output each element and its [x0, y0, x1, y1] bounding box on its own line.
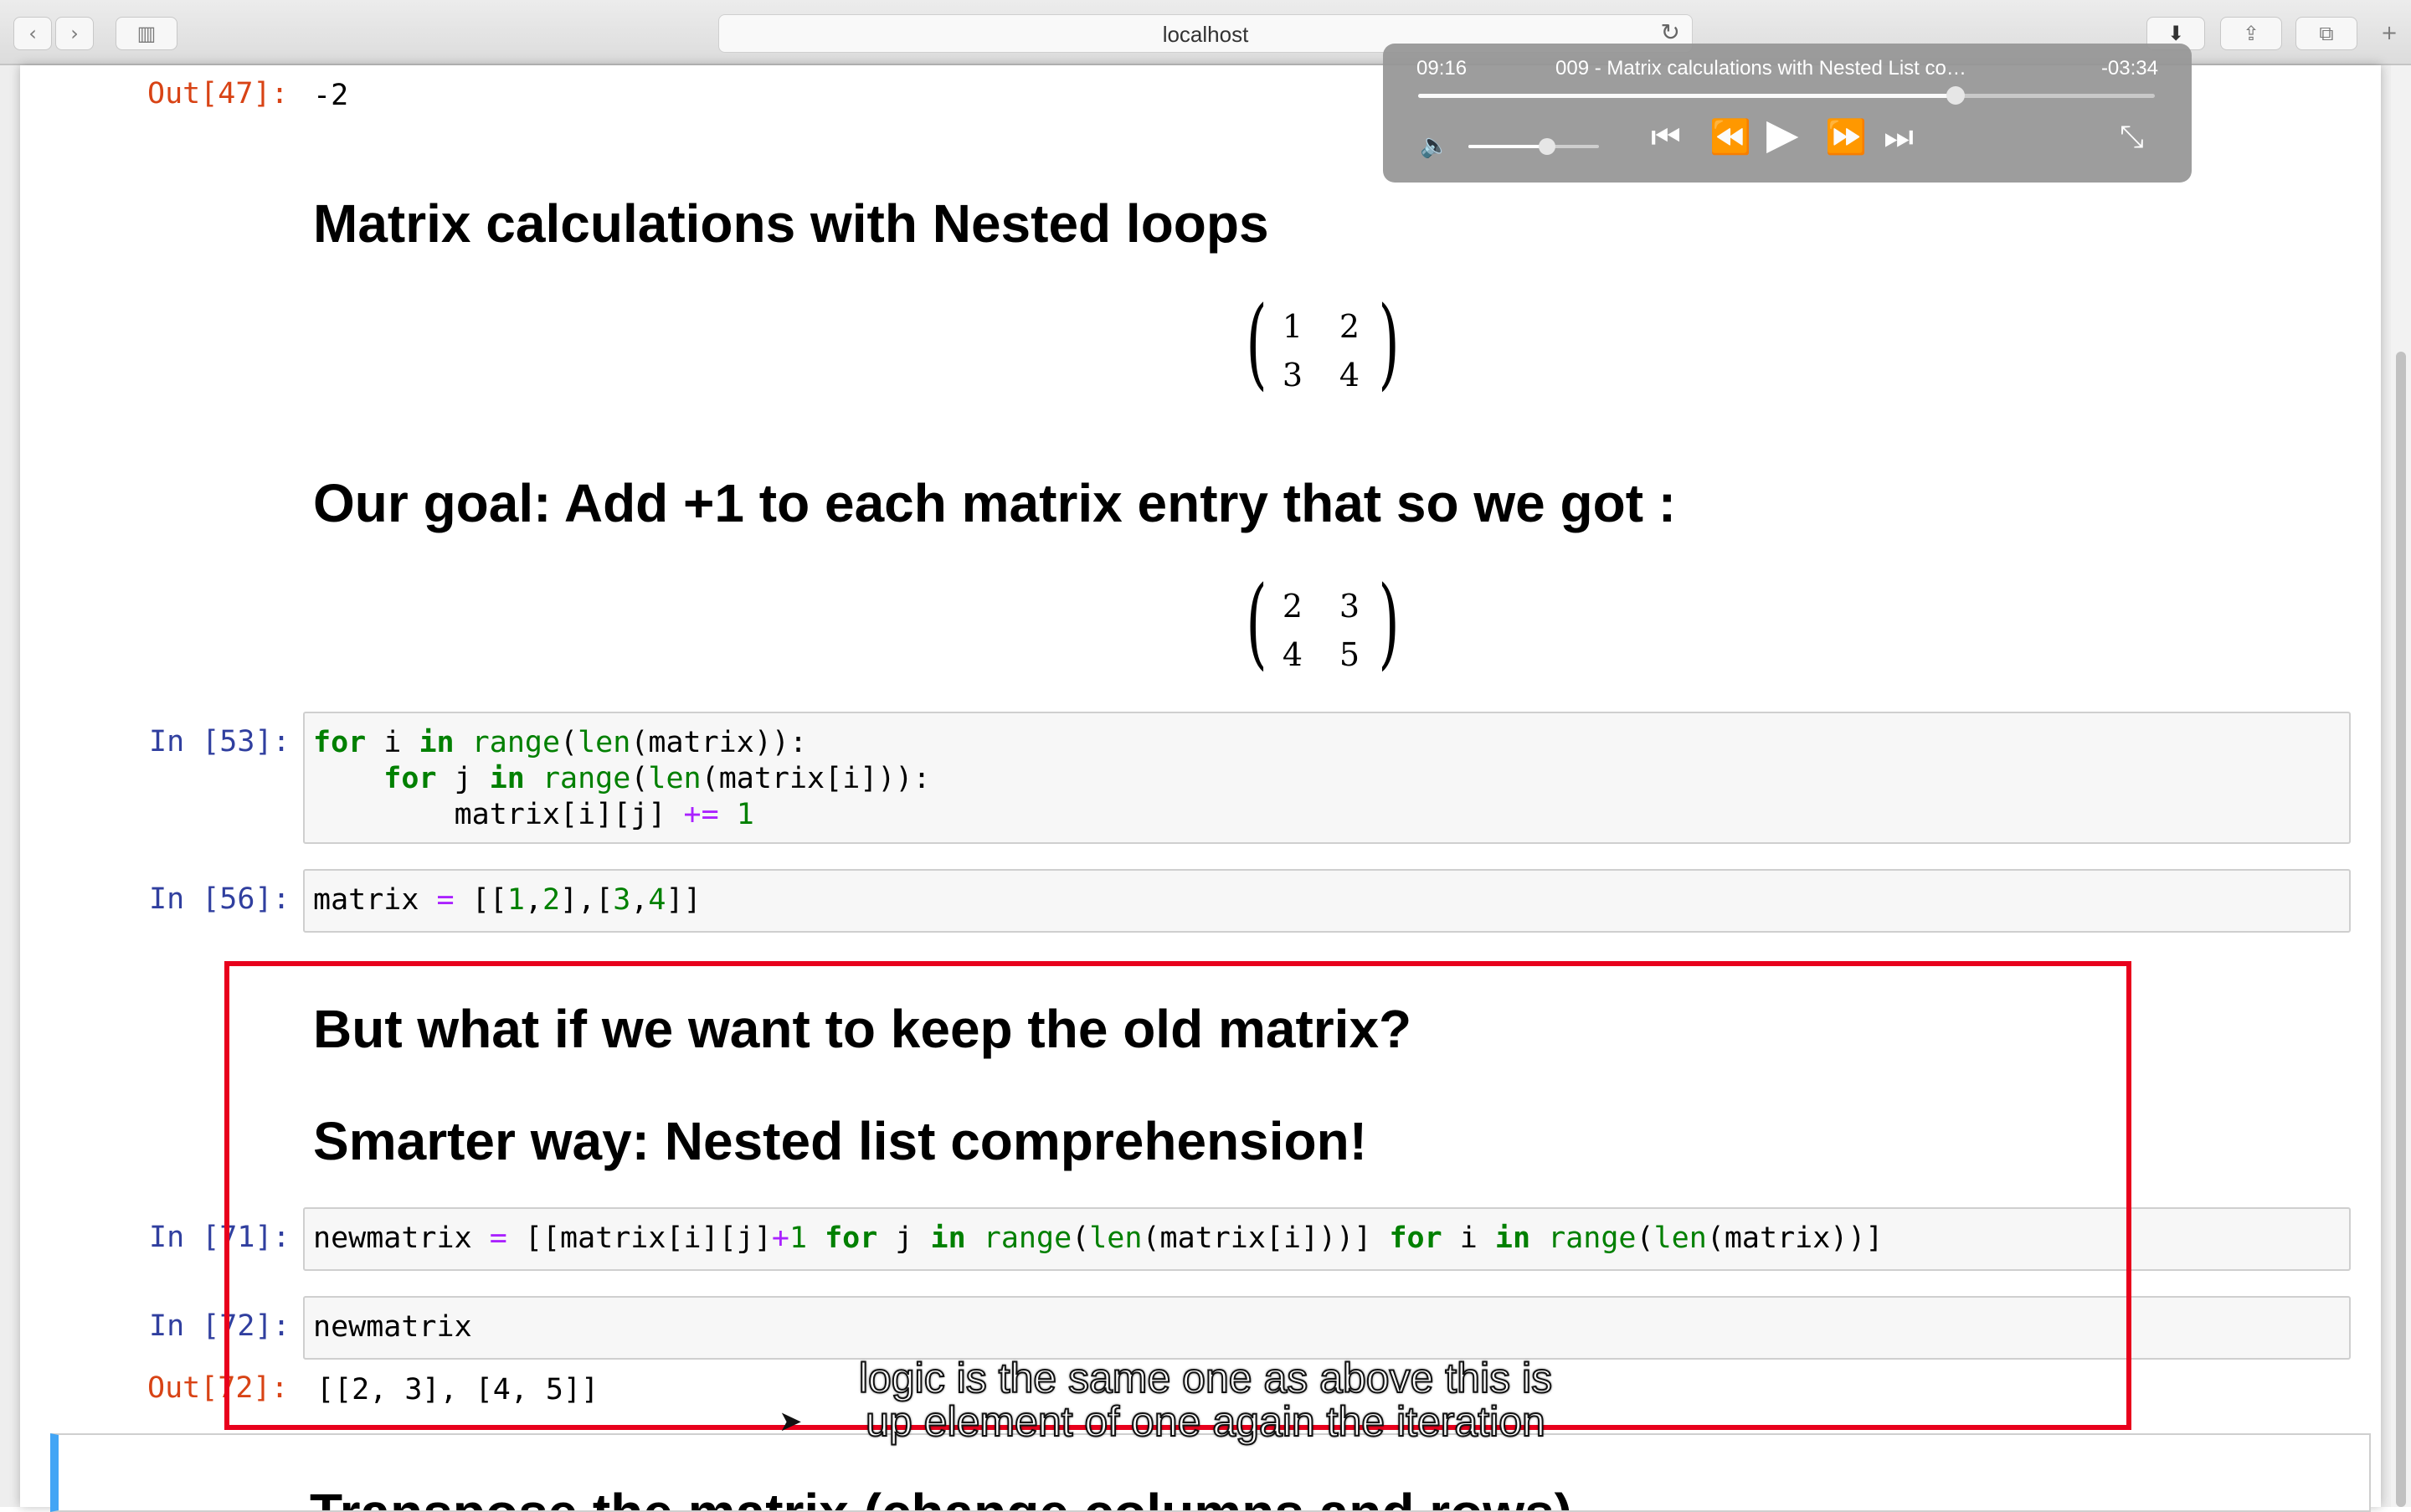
sidebar-button[interactable]: ▥: [116, 17, 177, 50]
volume-slider[interactable]: [1468, 138, 1599, 155]
code-nested-loop: for i in range(len(matrix)): for j in ra…: [313, 726, 931, 831]
elapsed-time: 09:16: [1416, 57, 1468, 80]
volume-fill: [1468, 145, 1547, 148]
matrix-cell: 2: [1282, 588, 1303, 625]
scrollbar[interactable]: [2391, 65, 2411, 1507]
reload-icon[interactable]: ↻: [1661, 18, 1680, 46]
new-tab-button[interactable]: +: [2372, 17, 2406, 49]
progress-knob[interactable]: [1946, 86, 1966, 105]
out47-value: -2: [313, 79, 349, 112]
subtitle-line-1: logic is the same one as above this is: [858, 1355, 1553, 1401]
tabs-icon: ⧉: [2319, 22, 2334, 45]
back-button[interactable]: ‹: [13, 17, 52, 50]
video-player-controls: 09:16 009 - Matrix calculations with Nes…: [1383, 44, 2192, 183]
out47-prompt: Out[47]:: [147, 77, 289, 111]
heading-nested-loops: Matrix calculations with Nested loops: [313, 193, 1269, 254]
forward-button[interactable]: ›: [55, 17, 94, 50]
progress-track[interactable]: [1418, 86, 2155, 105]
download-icon: ⬇: [2167, 22, 2185, 45]
video-subtitle: logic is the same one as above this is u…: [703, 1355, 1708, 1445]
skip-forward-icon[interactable]: ⏭: [1884, 119, 1914, 156]
in56-prompt: In [56]:: [149, 882, 290, 916]
in53-prompt: In [53]:: [149, 725, 290, 759]
matrix-cell: 4: [1282, 636, 1303, 673]
matrix-cell: 4: [1339, 357, 1360, 393]
matrix-target: ( ) 2 3 4 5: [1246, 573, 1399, 680]
matrix-cell: 3: [1339, 588, 1360, 625]
volume-knob[interactable]: [1538, 138, 1555, 155]
next-markdown-cell[interactable]: Transpose the matrix (change columns and…: [50, 1433, 2371, 1512]
rewind-icon[interactable]: ⏪: [1709, 119, 1751, 156]
matrix-cell: 1: [1282, 308, 1303, 345]
fast-forward-icon[interactable]: ⏩: [1825, 119, 1867, 156]
share-icon: ⇪: [2242, 22, 2260, 45]
matrix-cell: 5: [1339, 636, 1360, 673]
volume-icon[interactable]: 🔈: [1420, 127, 1449, 164]
matrix-left-paren: (: [1246, 285, 1267, 400]
mouse-cursor-icon: ➤: [779, 1405, 803, 1438]
remaining-time: -03:34: [2100, 57, 2158, 80]
skip-back-icon[interactable]: ⏮: [1651, 119, 1681, 156]
progress-fill: [1418, 94, 1956, 98]
code-cell-53[interactable]: for i in range(len(matrix)): for j in ra…: [303, 712, 2351, 844]
play-icon[interactable]: ▶: [1766, 113, 1798, 155]
scrollbar-thumb[interactable]: [2396, 352, 2406, 1507]
tabs-button[interactable]: ⧉: [2295, 17, 2357, 50]
code-cell-56[interactable]: matrix = [[1,2],[3,4]]: [303, 869, 2351, 933]
matrix-cell: 3: [1282, 357, 1303, 393]
matrix-left-paren: (: [1246, 564, 1267, 680]
plus-icon: +: [2380, 21, 2398, 44]
code-matrix-assign: matrix = [[1,2],[3,4]]: [313, 883, 702, 917]
matrix-cell: 2: [1339, 308, 1360, 345]
exit-fullscreen-icon[interactable]: ⤡: [2120, 119, 2144, 156]
heading-our-goal: Our goal: Add +1 to each matrix entry th…: [313, 473, 1677, 533]
chevron-right-icon: ›: [70, 22, 79, 45]
matrix-right-paren: ): [1378, 564, 1400, 680]
subtitle-line-2: up element of one again the iteration: [865, 1398, 1546, 1445]
matrix-original: ( ) 1 2 3 4: [1246, 293, 1399, 400]
share-button[interactable]: ⇪: [2220, 17, 2282, 50]
video-title: 009 - Matrix calculations with Nested Li…: [1555, 57, 1974, 80]
sidebar-icon: ▥: [136, 22, 157, 45]
heading-transpose: Transpose the matrix (change columns and…: [310, 1482, 1572, 1510]
chevron-left-icon: ‹: [28, 22, 37, 45]
matrix-right-paren: ): [1378, 285, 1400, 400]
